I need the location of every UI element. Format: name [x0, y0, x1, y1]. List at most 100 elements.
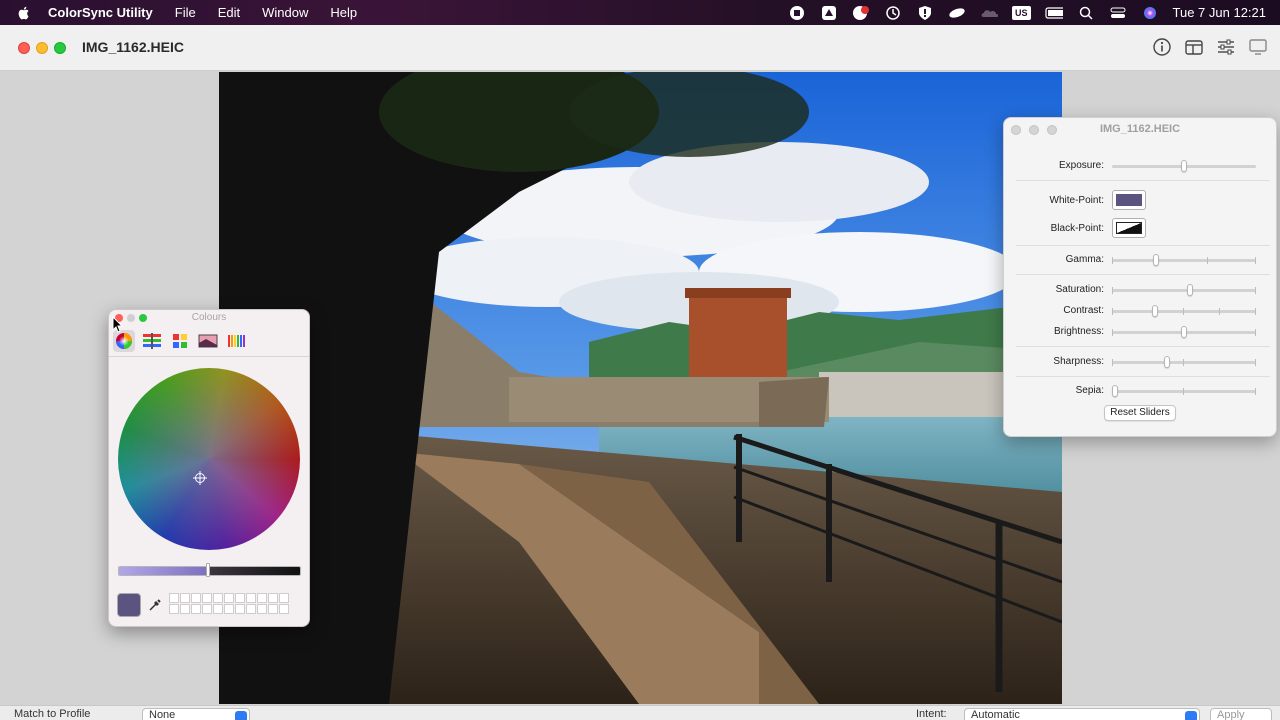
- colour-palettes-tab[interactable]: [169, 330, 191, 352]
- menu-clock[interactable]: Tue 7 Jun 12:21: [1173, 5, 1266, 20]
- brightness-slider-left: [119, 567, 210, 575]
- info-icon[interactable]: [1152, 37, 1172, 57]
- image-palettes-icon: [198, 334, 218, 348]
- leaf-icon[interactable]: [948, 5, 966, 21]
- pencils-tab[interactable]: [225, 330, 247, 352]
- contrast-tick: [1183, 308, 1184, 315]
- stop-icon[interactable]: [788, 5, 806, 21]
- apple-icon[interactable]: [16, 5, 32, 21]
- battery-icon[interactable]: [1044, 5, 1063, 21]
- black-point-well[interactable]: [1112, 218, 1146, 238]
- swatch-cell[interactable]: [279, 604, 289, 614]
- cloud-icon[interactable]: [980, 5, 998, 21]
- colour-crosshair-icon[interactable]: [193, 471, 207, 485]
- time-machine-icon[interactable]: [884, 5, 902, 21]
- menu-window[interactable]: Window: [262, 5, 308, 20]
- sharpness-tick: [1183, 359, 1184, 366]
- swatch-cell[interactable]: [213, 593, 223, 603]
- saturation-tick: [1255, 287, 1256, 294]
- custom-swatch-grid[interactable]: [169, 593, 293, 617]
- contrast-slider-knob[interactable]: [1152, 305, 1159, 317]
- brightness-slider-knob[interactable]: [206, 563, 210, 577]
- contrast-tick: [1219, 308, 1220, 315]
- menu-help[interactable]: Help: [330, 5, 357, 20]
- display-icon[interactable]: [1248, 37, 1268, 57]
- sepia-slider[interactable]: [1112, 385, 1256, 397]
- swatch-cell[interactable]: [257, 604, 267, 614]
- swatch-cell[interactable]: [213, 604, 223, 614]
- notification-badge-icon[interactable]: [852, 5, 870, 21]
- sharpness-slider[interactable]: [1112, 356, 1256, 368]
- swatch-cell[interactable]: [268, 604, 278, 614]
- swatch-cell[interactable]: [202, 593, 212, 603]
- exposure-slider-knob[interactable]: [1181, 160, 1187, 172]
- saturation-slider[interactable]: [1112, 284, 1256, 296]
- swatch-cell[interactable]: [224, 604, 234, 614]
- exposure-slider[interactable]: [1112, 160, 1256, 172]
- profile-select[interactable]: None: [142, 708, 250, 720]
- swatch-cell[interactable]: [180, 604, 190, 614]
- apply-button[interactable]: Apply: [1210, 708, 1272, 720]
- swatch-cell[interactable]: [257, 593, 267, 603]
- sepia-slider-knob[interactable]: [1112, 385, 1118, 397]
- image-palettes-tab[interactable]: [197, 330, 219, 352]
- close-window-button[interactable]: [18, 42, 30, 54]
- white-point-row: White-Point:: [1004, 190, 1278, 212]
- white-point-well[interactable]: [1112, 190, 1146, 210]
- swatch-cell[interactable]: [246, 604, 256, 614]
- swatch-cell[interactable]: [169, 593, 179, 603]
- current-colour-swatch[interactable]: [117, 593, 141, 617]
- colour-sliders-tab[interactable]: [141, 330, 163, 352]
- search-icon[interactable]: [1077, 5, 1095, 21]
- window-title: IMG_1162.HEIC: [82, 39, 184, 55]
- gamma-slider[interactable]: [1112, 254, 1256, 266]
- gamma-label: Gamma:: [1065, 254, 1104, 265]
- sharpness-label: Sharpness:: [1053, 356, 1104, 367]
- eyedropper-icon[interactable]: [147, 597, 163, 613]
- input-source-badge[interactable]: US: [1012, 5, 1031, 20]
- colour-wheel[interactable]: [118, 368, 300, 550]
- shield-icon[interactable]: [916, 5, 934, 21]
- control-center-icon[interactable]: [1109, 5, 1127, 21]
- gamma-slider-knob[interactable]: [1153, 254, 1160, 266]
- swatch-cell[interactable]: [169, 604, 179, 614]
- brightness-slider-knob[interactable]: [1181, 326, 1187, 338]
- adjust-icon[interactable]: [1216, 37, 1236, 57]
- warning-box-icon[interactable]: [820, 5, 838, 21]
- swatch-cell[interactable]: [202, 604, 212, 614]
- swatch-cell[interactable]: [235, 593, 245, 603]
- intent-select[interactable]: Automatic: [964, 708, 1200, 720]
- swatch-cell[interactable]: [279, 593, 289, 603]
- swatch-cell[interactable]: [191, 593, 201, 603]
- menu-edit[interactable]: Edit: [218, 5, 240, 20]
- minimize-window-button[interactable]: [36, 42, 48, 54]
- swatch-cell[interactable]: [224, 593, 234, 603]
- image-adjust-panel: IMG_1162.HEIC Exposure: White-Point: Bla…: [1003, 117, 1277, 437]
- swatch-cell[interactable]: [180, 593, 190, 603]
- exposure-label: Exposure:: [1058, 160, 1104, 171]
- brightness-slider[interactable]: [1112, 326, 1256, 338]
- swatch-cell[interactable]: [235, 604, 245, 614]
- colour-wheel-icon: [116, 333, 132, 349]
- colours-divider: [109, 356, 309, 357]
- saturation-slider-knob[interactable]: [1186, 284, 1193, 296]
- menu-file[interactable]: File: [175, 5, 196, 20]
- siri-icon[interactable]: [1141, 5, 1159, 21]
- reset-sliders-button[interactable]: Reset Sliders: [1104, 405, 1176, 421]
- layout-icon[interactable]: [1184, 37, 1204, 57]
- saturation-tick: [1112, 287, 1113, 294]
- swatch-cell[interactable]: [268, 593, 278, 603]
- colour-sliders-icon: [143, 333, 161, 349]
- brightness-slider-right: [209, 567, 300, 575]
- sepia-row: Sepia:: [1004, 383, 1278, 399]
- contrast-row: Contrast:: [1004, 303, 1278, 319]
- swatch-cell[interactable]: [246, 593, 256, 603]
- sharpness-slider-knob[interactable]: [1164, 356, 1171, 368]
- zoom-window-button[interactable]: [54, 42, 66, 54]
- menu-app-name[interactable]: ColorSync Utility: [48, 5, 153, 20]
- swatch-cell[interactable]: [191, 604, 201, 614]
- contrast-slider[interactable]: [1112, 305, 1256, 317]
- mouse-pointer-icon: [112, 316, 124, 333]
- intent-select-caret-icon: [1185, 711, 1197, 720]
- sharpness-tick: [1255, 359, 1256, 366]
